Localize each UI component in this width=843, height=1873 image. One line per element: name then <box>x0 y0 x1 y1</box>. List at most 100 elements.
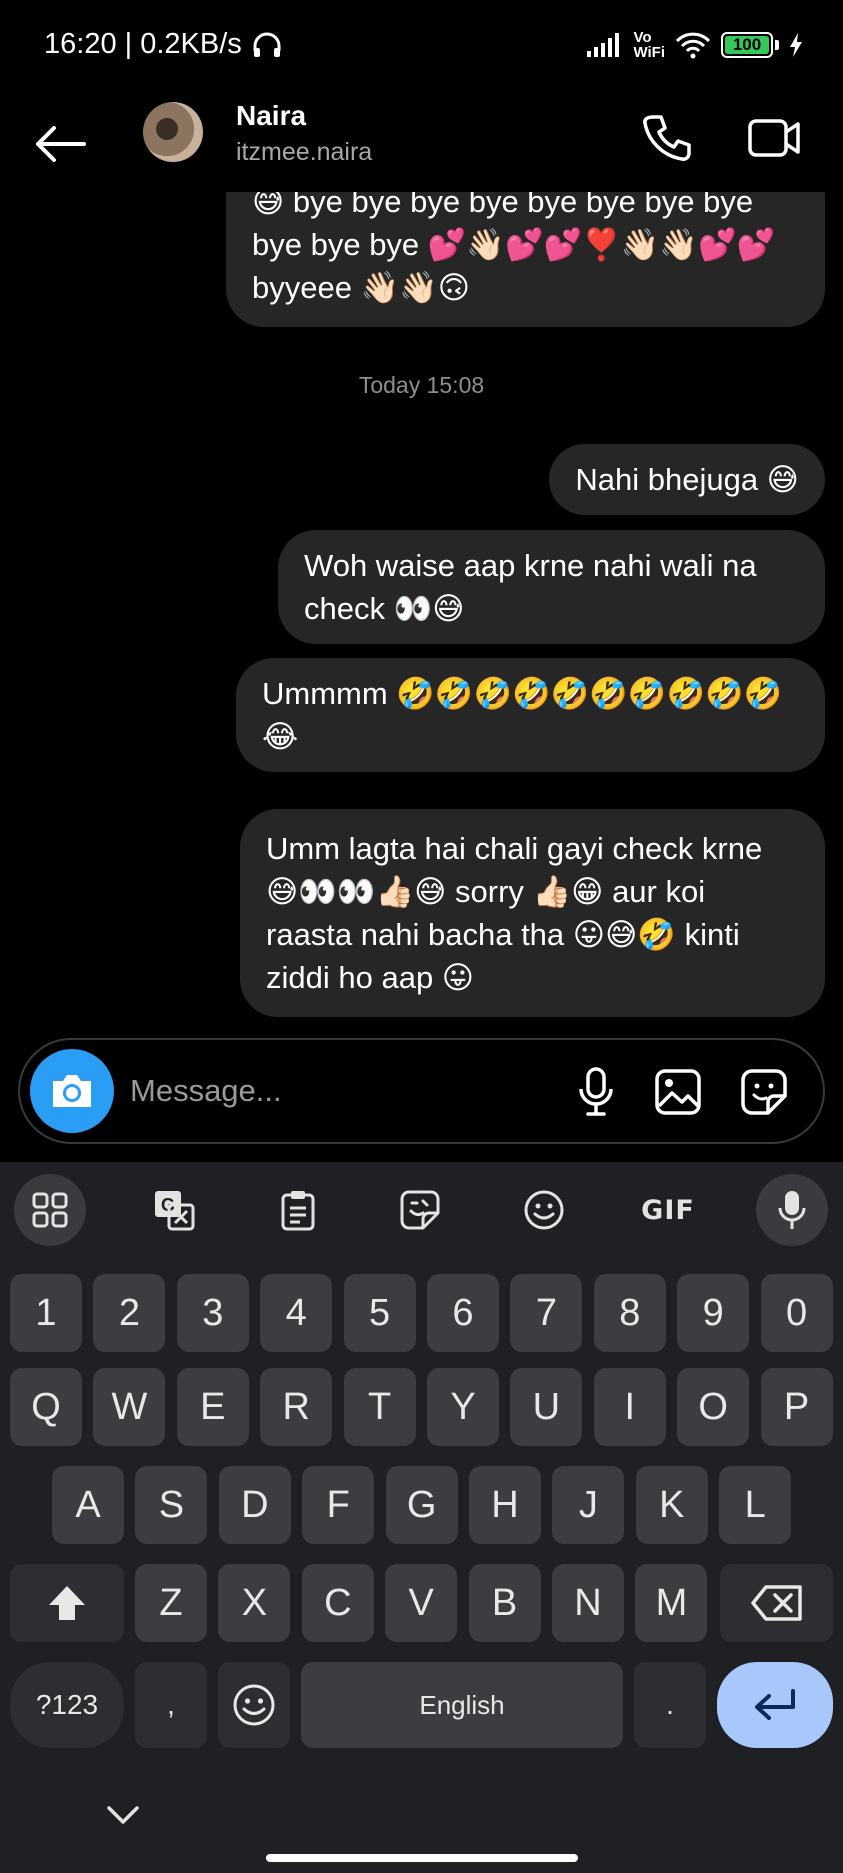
key-s[interactable]: S <box>135 1466 208 1544</box>
key-q[interactable]: Q <box>10 1368 82 1446</box>
sticker-icon <box>741 1069 787 1115</box>
status-time-speed: 16:20 | 0.2KB/s <box>44 28 282 61</box>
key-p[interactable]: P <box>760 1368 833 1446</box>
shift-key[interactable] <box>10 1564 124 1642</box>
voice-message-button[interactable] <box>568 1064 624 1120</box>
key-5[interactable]: 5 <box>343 1274 416 1352</box>
keyboard: G GIF 1 2 3 4 5 6 7 8 9 0 Q W E R T Y U … <box>0 1162 843 1873</box>
sticker-button[interactable] <box>736 1064 792 1120</box>
video-call-button[interactable] <box>744 108 804 168</box>
key-f[interactable]: F <box>302 1466 375 1544</box>
gallery-button[interactable] <box>650 1064 706 1120</box>
key-v[interactable]: V <box>385 1564 458 1642</box>
contact-username[interactable]: itzmee.naira <box>236 138 372 167</box>
key-7[interactable]: 7 <box>510 1274 583 1352</box>
microphone-icon <box>778 1191 806 1229</box>
key-1[interactable]: 1 <box>10 1274 82 1352</box>
key-x[interactable]: X <box>218 1564 291 1642</box>
signal-icon <box>587 33 620 57</box>
status-icons: Vo WiFi 100 <box>587 30 803 60</box>
vowifi-label: Vo WiFi <box>633 29 665 61</box>
key-2[interactable]: 2 <box>93 1274 166 1352</box>
emoji-key[interactable] <box>218 1662 290 1748</box>
battery-icon: 100 <box>721 32 773 58</box>
voice-typing-button[interactable] <box>756 1174 828 1246</box>
contact-name[interactable]: Naira <box>236 100 306 132</box>
key-4[interactable]: 4 <box>260 1274 333 1352</box>
arrow-left-icon <box>36 126 86 162</box>
chevron-down-icon <box>107 1806 139 1824</box>
key-l[interactable]: L <box>719 1466 792 1544</box>
message-bubble[interactable]: Ummmm 🤣🤣🤣🤣🤣🤣🤣🤣🤣🤣😂 <box>236 658 825 772</box>
image-icon <box>655 1069 701 1115</box>
key-6[interactable]: 6 <box>427 1274 499 1352</box>
video-camera-icon <box>748 119 800 157</box>
enter-key[interactable] <box>717 1662 833 1748</box>
key-k[interactable]: K <box>635 1466 708 1544</box>
key-j[interactable]: J <box>552 1466 625 1544</box>
key-t[interactable]: T <box>343 1368 416 1446</box>
charging-icon <box>790 33 802 57</box>
translate-icon: G <box>155 1191 195 1231</box>
key-o[interactable]: O <box>677 1368 750 1446</box>
sticker-keyboard-button[interactable] <box>384 1174 456 1246</box>
hide-keyboard-button[interactable] <box>98 1790 148 1840</box>
enter-icon <box>755 1689 795 1720</box>
emoji-icon <box>524 1190 564 1230</box>
key-g[interactable]: G <box>385 1466 458 1544</box>
message-bubble[interactable]: 😅 bye bye bye bye bye bye bye bye bye by… <box>226 192 825 327</box>
key-m[interactable]: M <box>635 1564 708 1642</box>
emoji-button[interactable] <box>508 1174 580 1246</box>
key-8[interactable]: 8 <box>593 1274 666 1352</box>
camera-button[interactable] <box>30 1049 114 1133</box>
key-u[interactable]: U <box>510 1368 583 1446</box>
key-r[interactable]: R <box>260 1368 333 1446</box>
key-d[interactable]: D <box>218 1466 291 1544</box>
battery-level: 100 <box>732 35 762 54</box>
symbols-key[interactable]: ?123 <box>10 1662 124 1748</box>
avatar[interactable] <box>143 102 203 162</box>
key-0[interactable]: 0 <box>760 1274 833 1352</box>
phone-icon <box>643 115 691 161</box>
key-e[interactable]: E <box>176 1368 249 1446</box>
backspace-icon <box>750 1585 802 1621</box>
key-3[interactable]: 3 <box>176 1274 249 1352</box>
chat-header: Naira itzmee.naira <box>0 96 843 192</box>
message-bubble[interactable]: Umm lagta hai chali gayi check krne 😅👀👀👍… <box>240 809 825 1017</box>
key-z[interactable]: Z <box>135 1564 207 1642</box>
key-a[interactable]: A <box>52 1466 124 1544</box>
backspace-key[interactable] <box>720 1564 833 1642</box>
status-bar: 16:20 | 0.2KB/s Vo WiFi 100 <box>0 0 843 96</box>
message-timestamp: Today 15:08 <box>358 372 485 398</box>
home-indicator[interactable] <box>266 1854 578 1862</box>
key-9[interactable]: 9 <box>677 1274 750 1352</box>
message-input[interactable] <box>130 1060 460 1122</box>
clipboard-icon <box>281 1191 315 1231</box>
key-i[interactable]: I <box>593 1368 666 1446</box>
shift-icon <box>49 1586 85 1620</box>
key-c[interactable]: C <box>301 1564 374 1642</box>
camera-icon <box>53 1075 91 1107</box>
key-h[interactable]: H <box>469 1466 541 1544</box>
microphone-icon <box>579 1067 613 1116</box>
translate-button[interactable]: G <box>138 1174 210 1246</box>
message-list[interactable]: 😅 bye bye bye bye bye bye bye bye bye by… <box>0 192 843 1032</box>
space-key[interactable]: English <box>301 1662 623 1748</box>
voice-call-button[interactable] <box>636 108 696 168</box>
key-n[interactable]: N <box>552 1564 624 1642</box>
message-bubble[interactable]: Woh waise aap krne nahi wali na check 👀😅 <box>278 530 825 644</box>
apps-button[interactable] <box>14 1174 86 1246</box>
key-w[interactable]: W <box>93 1368 166 1446</box>
key-comma[interactable]: , <box>135 1662 207 1748</box>
back-button[interactable] <box>30 114 90 174</box>
sticker-icon <box>400 1190 440 1230</box>
key-y[interactable]: Y <box>427 1368 499 1446</box>
key-b[interactable]: B <box>468 1564 541 1642</box>
message-bubble[interactable]: Nahi bhejuga 😅 <box>549 444 825 515</box>
clipboard-button[interactable] <box>262 1174 334 1246</box>
key-period[interactable]: . <box>634 1662 706 1748</box>
gif-label: GIF <box>641 1194 695 1226</box>
emoji-icon <box>233 1684 275 1726</box>
gif-button[interactable]: GIF <box>632 1174 704 1246</box>
message-composer <box>18 1038 825 1144</box>
